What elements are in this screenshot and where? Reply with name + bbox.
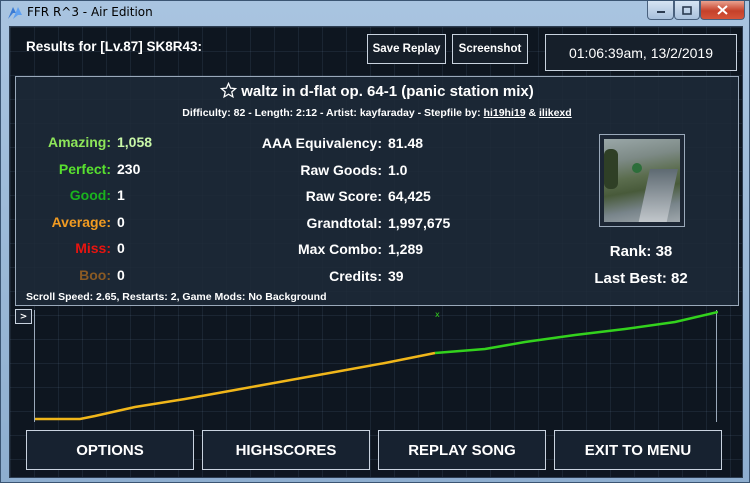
graph-toggle-button[interactable]: > [15,309,32,324]
screenshot-button[interactable]: Screenshot [452,34,528,64]
title-bar[interactable]: FFR R^3 - Air Edition [1,1,749,25]
song-meta: Difficulty: 82 - Length: 2:12 - Artist: … [16,107,738,119]
judgement-value: 0 [117,266,125,283]
highscores-button[interactable]: HIGHSCORES [202,430,370,470]
results-title: Results for [Lv.87] SK8R43: [26,39,203,54]
stat-label: Credits: [329,267,382,284]
stat-label: Raw Score: [305,188,382,204]
song-title-row: waltz in d-flat op. 64-1 (panic station … [16,82,738,100]
results-panel: waltz in d-flat op. 64-1 (panic station … [15,76,739,306]
stat-label: AAA Equivalency: [261,135,382,151]
score-graph-svg: x [35,310,719,421]
rank-text: Rank: 38 [609,243,673,260]
datetime-display: 01:06:39am, 13/2/2019 [545,34,737,71]
judgement-value: 0 [117,213,125,230]
window-title: FFR R^3 - Air Edition [27,5,153,19]
stat-row: Max Combo: 1,289 [256,241,423,257]
maximize-button[interactable] [674,1,700,20]
judgement-label: Perfect: [58,160,111,177]
exit-to-menu-button[interactable]: EXIT TO MENU [554,430,722,470]
judgement-label: Miss: [75,240,111,256]
judgement-label: Average: [51,213,111,230]
judgement-value: 0 [117,240,125,256]
stepper-link-2[interactable]: ilikexd [539,107,572,119]
judgement-row: Perfect: 230 [16,160,141,177]
stepper-separator: & [525,107,539,119]
maximize-icon [682,5,692,15]
stat-value: 1,997,675 [388,214,451,231]
avatar [604,139,680,222]
stat-label: Raw Goods: [300,161,382,178]
favorite-star-icon[interactable] [220,82,238,99]
score-line-early [35,351,436,421]
stepper-link-1[interactable]: hi19hi19 [484,107,526,119]
last-best-text: Last Best: 82 [594,270,688,287]
minimize-button[interactable] [647,1,674,20]
score-graph: x [34,310,719,422]
judgement-value: 1,058 [117,134,153,150]
judgement-row: Boo: 0 [16,267,125,283]
stat-row: Raw Score: 64,425 [256,188,431,204]
stat-row: Raw Goods: 1.0 [256,162,407,178]
replay-song-button[interactable]: REPLAY SONG [378,430,546,470]
stat-value: 1,289 [388,241,424,257]
song-meta-text: Difficulty: 82 - Length: 2:12 - Artist: … [182,107,484,119]
minimize-icon [656,11,665,13]
close-button[interactable] [700,1,745,20]
stat-value: 81.48 [388,135,424,151]
judgement-label: Amazing: [48,134,111,150]
judgement-row: Good: 1 [16,187,125,203]
close-icon [717,5,728,15]
stat-value: 1.0 [388,161,408,178]
stat-label: Max Combo: [298,241,382,257]
judgement-label: Boo: [79,266,111,283]
save-replay-button[interactable]: Save Replay [367,34,446,64]
stat-value: 64,425 [388,188,431,204]
stat-row: Credits: 39 [256,267,404,284]
avatar-frame [599,134,685,227]
judgement-row: Miss: 0 [16,240,125,256]
graph-marker: x [435,310,440,319]
app-window: FFR R^3 - Air Edition Results for [Lv.87… [0,0,750,483]
judgement-row: Amazing: 1,058 [16,134,152,150]
judgement-label: Good: [69,187,111,203]
judgement-value: 230 [117,160,141,177]
results-screen: Results for [Lv.87] SK8R43: Save Replay … [9,26,743,478]
song-title: waltz in d-flat op. 64-1 (panic station … [241,83,534,100]
score-line-late [434,310,719,355]
stat-value: 39 [388,267,404,284]
app-icon [8,7,22,19]
stat-row: Grandtotal: 1,997,675 [256,214,451,231]
stat-label: Grandtotal: [306,214,382,231]
options-button[interactable]: OPTIONS [26,430,194,470]
judgement-row: Average: 0 [16,214,125,230]
game-settings-note: Scroll Speed: 2.65, Restarts: 2, Game Mo… [26,291,327,303]
judgement-value: 1 [117,187,125,203]
stat-row: AAA Equivalency: 81.48 [256,135,423,151]
